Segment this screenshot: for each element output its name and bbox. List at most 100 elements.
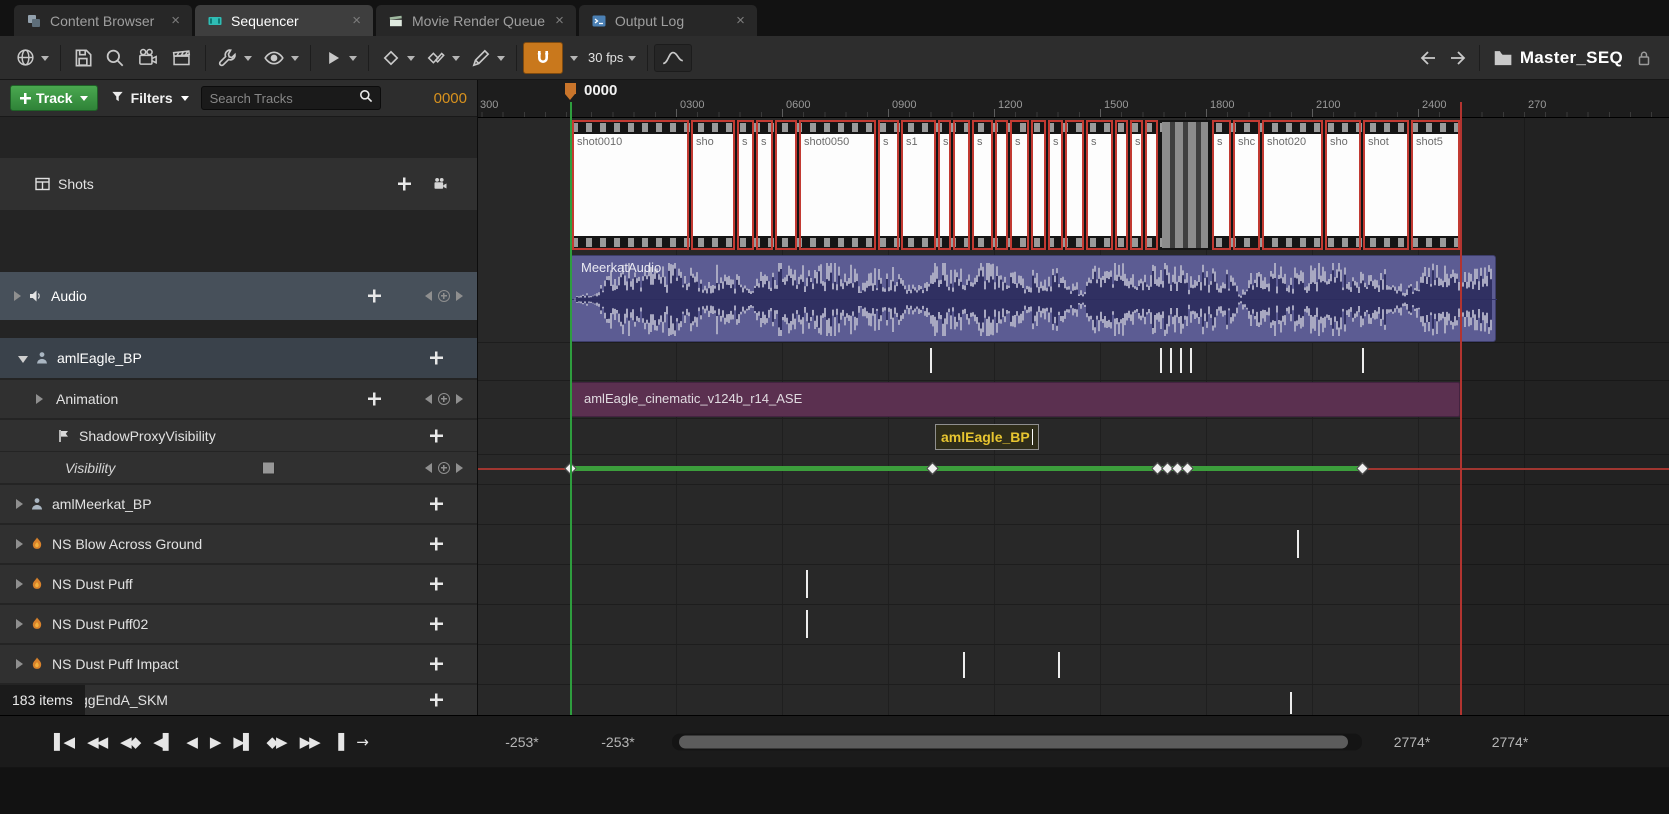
section-rename-editor[interactable]: amlEagle_BP <box>935 424 1040 450</box>
keyframe-tick[interactable] <box>1290 692 1292 714</box>
timeline-scrollbar-thumb[interactable] <box>679 735 1348 748</box>
playback-start-line[interactable] <box>570 102 572 715</box>
track-row-shadowproxyvisibility[interactable]: ShadowProxyVisibility <box>0 420 477 451</box>
keyframe-tick[interactable] <box>1180 348 1182 373</box>
previous-key-icon[interactable] <box>425 394 432 404</box>
shot-section-s[interactable]: s <box>1048 120 1063 250</box>
keyframe-diamond[interactable] <box>1181 462 1194 475</box>
expand-icon[interactable] <box>16 579 23 589</box>
expand-icon[interactable] <box>16 619 23 629</box>
keyframe-tick[interactable] <box>806 610 808 638</box>
tab-close-icon[interactable]: × <box>553 12 566 29</box>
add-section-button[interactable] <box>430 497 443 511</box>
edit-options-button[interactable] <box>465 43 510 73</box>
expand-icon[interactable] <box>14 291 21 301</box>
previous-key-icon[interactable] <box>425 291 432 301</box>
add-section-button[interactable] <box>430 537 443 551</box>
shot-section-s[interactable]: s <box>1130 120 1143 250</box>
add-camera-button[interactable] <box>432 177 449 192</box>
lock-sequence-button[interactable] <box>1629 44 1659 72</box>
visibility-checkbox[interactable] <box>262 461 275 474</box>
shots-track-lane[interactable]: shot0010 sho s s shot0050 s s1 s s s s s s s shc shot02… <box>570 120 1460 250</box>
search-input[interactable] <box>207 89 358 107</box>
actions-button[interactable] <box>212 43 257 73</box>
keyframe-tick[interactable] <box>930 348 932 373</box>
playback-options-button[interactable] <box>317 43 362 73</box>
visibility-active-bar[interactable] <box>570 466 1362 471</box>
view-range-end-field[interactable]: 2774* <box>1480 734 1540 750</box>
timeline-area[interactable]: shot0010 sho s s shot0050 s s1 s s s s s s s shc shot02… <box>478 80 1669 715</box>
shot-section[interactable] <box>775 120 797 250</box>
expand-icon[interactable] <box>16 539 23 549</box>
playback-end-line[interactable] <box>1460 102 1462 715</box>
track-row-visibility[interactable]: Visibility <box>0 452 477 483</box>
keyframe-options-button[interactable] <box>375 43 420 73</box>
shot-section-shot5[interactable]: shot5 <box>1411 120 1460 250</box>
search-icon[interactable] <box>358 88 374 109</box>
playhead-marker[interactable] <box>565 83 576 100</box>
add-section-button[interactable] <box>430 657 443 671</box>
shot-section[interactable] <box>1065 120 1084 250</box>
previous-keyframe-button[interactable]: ◀◀ <box>85 731 108 753</box>
add-section-button[interactable] <box>368 289 381 303</box>
shot-section-shot0010[interactable]: shot0010 <box>572 120 689 250</box>
expand-icon[interactable] <box>36 394 43 404</box>
add-key-icon[interactable] <box>438 290 450 302</box>
track-row-shots[interactable]: Shots <box>0 158 477 210</box>
keyframe-diamond[interactable] <box>1356 462 1369 475</box>
shot-section[interactable] <box>1145 120 1158 250</box>
animation-clip[interactable]: amlEagle_cinematic_v124b_r14_ASE <box>570 382 1460 417</box>
tab-content-browser[interactable]: Content Browser × <box>14 5 192 36</box>
previous-key-icon[interactable] <box>425 462 432 473</box>
track-row-ns-dust-puff[interactable]: NS Dust Puff <box>0 565 477 603</box>
shot-section-sho[interactable]: sho <box>1325 120 1361 250</box>
play-reverse-button[interactable]: ◀ <box>184 731 198 753</box>
track-row-ns-dust-puff-impact[interactable]: NS Dust Puff Impact <box>0 645 477 683</box>
jump-forward-button[interactable]: ▶▶ <box>298 731 321 753</box>
time-ruler[interactable]: 300 270 0000 0300 0600 0900 1200 1500 1800 210… <box>478 80 1669 118</box>
shot-section-shc[interactable]: shc <box>1233 120 1260 250</box>
shot-section-shot020[interactable]: shot020 <box>1262 120 1323 250</box>
shot-section[interactable] <box>995 120 1008 250</box>
shot-section-s[interactable]: s <box>1212 120 1231 250</box>
collapse-icon[interactable] <box>18 355 28 363</box>
shot-section-s[interactable]: s <box>878 120 899 250</box>
tab-output-log[interactable]: Output Log × <box>578 5 757 36</box>
shot-section[interactable] <box>1160 120 1210 250</box>
keyframe-tick[interactable] <box>963 652 965 678</box>
track-row-animation[interactable]: Animation <box>0 380 477 418</box>
add-section-button[interactable] <box>430 577 443 591</box>
keyframe-diamond[interactable] <box>926 462 939 475</box>
step-forward-button[interactable]: ▶▌ <box>231 731 254 753</box>
expand-icon[interactable] <box>16 499 23 509</box>
step-back-button[interactable]: ◀▌ <box>151 731 174 753</box>
add-section-button[interactable] <box>398 177 411 191</box>
shot-section-s[interactable]: s <box>938 120 951 250</box>
shot-section[interactable] <box>1115 120 1128 250</box>
find-in-browser-button[interactable] <box>99 43 131 73</box>
tab-movie-render-queue[interactable]: Movie Render Queue × <box>376 5 576 36</box>
jump-to-end-button[interactable]: ▐ <box>331 731 345 753</box>
keyframe-tick[interactable] <box>1190 348 1192 373</box>
world-options-button[interactable] <box>10 43 54 72</box>
next-key-icon[interactable] <box>456 462 463 473</box>
add-track-button[interactable]: Track <box>10 85 98 111</box>
timeline-scrollbar[interactable] <box>672 733 1362 750</box>
keyframe-tick[interactable] <box>1058 652 1060 678</box>
shot-section-shot0050[interactable]: shot0050 <box>799 120 876 250</box>
keyframe-tick[interactable] <box>1170 348 1172 373</box>
add-section-button[interactable] <box>430 429 443 442</box>
shot-section-s[interactable]: s <box>756 120 773 250</box>
track-row-amleagle-bp[interactable]: amlEagle_BP <box>0 338 477 378</box>
expand-icon[interactable] <box>16 659 23 669</box>
keyframe-tick[interactable] <box>1160 348 1162 373</box>
add-key-icon[interactable] <box>438 393 450 405</box>
snap-toggle-button[interactable] <box>523 41 563 74</box>
add-key-icon[interactable] <box>438 461 450 474</box>
save-button[interactable] <box>67 43 99 73</box>
next-keyframe-button[interactable]: ◆▶ <box>264 731 287 753</box>
fps-dropdown[interactable]: 30 fps <box>583 46 641 69</box>
tab-close-icon[interactable]: × <box>350 12 363 29</box>
tab-sequencer[interactable]: Sequencer × <box>195 5 373 36</box>
add-section-button[interactable] <box>430 693 443 707</box>
